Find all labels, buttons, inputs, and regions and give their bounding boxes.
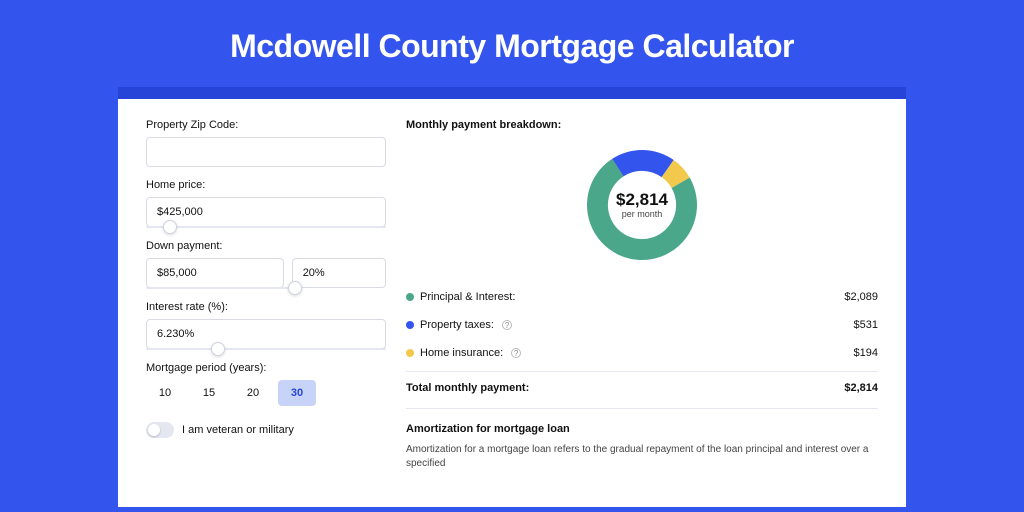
- amortization-text: Amortization for a mortgage loan refers …: [406, 443, 878, 471]
- zip-label: Property Zip Code:: [146, 119, 386, 131]
- total-value: $2,814: [844, 382, 878, 394]
- legend-row: Principal & Interest: $2,089: [406, 283, 878, 311]
- legend-dot-icon: [406, 293, 414, 301]
- legend-label: Home insurance:: [420, 347, 503, 359]
- down-payment-percent-input[interactable]: [292, 258, 386, 288]
- legend-dot-icon: [406, 321, 414, 329]
- legend-label: Property taxes:: [420, 319, 494, 331]
- home-price-label: Home price:: [146, 179, 386, 191]
- legend-value: $531: [854, 319, 878, 331]
- amortization-section: Amortization for mortgage loan Amortizat…: [406, 408, 878, 471]
- interest-input[interactable]: [146, 319, 386, 349]
- amortization-title: Amortization for mortgage loan: [406, 423, 878, 435]
- legend-row: Home insurance:? $194: [406, 339, 878, 367]
- zip-input[interactable]: [146, 137, 386, 167]
- page-title: Mcdowell County Mortgage Calculator: [0, 0, 1024, 87]
- home-price-slider-thumb[interactable]: [163, 220, 177, 234]
- period-button-30[interactable]: 30: [278, 380, 316, 406]
- total-row: Total monthly payment: $2,814: [406, 371, 878, 408]
- info-icon[interactable]: ?: [502, 320, 512, 330]
- down-payment-slider-thumb[interactable]: [288, 281, 302, 295]
- period-buttons: 10152030: [146, 380, 386, 406]
- interest-slider[interactable]: [146, 348, 386, 350]
- legend-row: Property taxes:? $531: [406, 311, 878, 339]
- home-price-slider[interactable]: [146, 226, 386, 228]
- donut-center-value: $2,814: [616, 190, 669, 209]
- interest-slider-thumb[interactable]: [211, 342, 225, 356]
- breakdown-title: Monthly payment breakdown:: [406, 119, 878, 131]
- total-label: Total monthly payment:: [406, 382, 529, 394]
- period-button-10[interactable]: 10: [146, 380, 184, 406]
- home-price-input[interactable]: [146, 197, 386, 227]
- donut-segment: [612, 150, 673, 177]
- form-column: Property Zip Code: Home price: Down paym…: [146, 119, 386, 507]
- legend-value: $194: [854, 347, 878, 359]
- breakdown-column: Monthly payment breakdown: $2,814 per mo…: [406, 119, 878, 507]
- legend-value: $2,089: [844, 291, 878, 303]
- down-payment-amount-input[interactable]: [146, 258, 284, 288]
- veteran-label: I am veteran or military: [182, 424, 294, 436]
- donut-center-sub: per month: [622, 209, 663, 219]
- calculator-card: Property Zip Code: Home price: Down paym…: [118, 87, 906, 507]
- period-label: Mortgage period (years):: [146, 362, 386, 374]
- period-button-20[interactable]: 20: [234, 380, 272, 406]
- info-icon[interactable]: ?: [511, 348, 521, 358]
- down-payment-slider[interactable]: [146, 287, 295, 289]
- legend-dot-icon: [406, 349, 414, 357]
- down-payment-label: Down payment:: [146, 240, 386, 252]
- veteran-toggle[interactable]: [146, 422, 174, 438]
- donut-chart: $2,814 per month: [406, 141, 878, 283]
- legend-label: Principal & Interest:: [420, 291, 515, 303]
- period-button-15[interactable]: 15: [190, 380, 228, 406]
- interest-label: Interest rate (%):: [146, 301, 386, 313]
- legend: Principal & Interest: $2,089 Property taxe…: [406, 283, 878, 367]
